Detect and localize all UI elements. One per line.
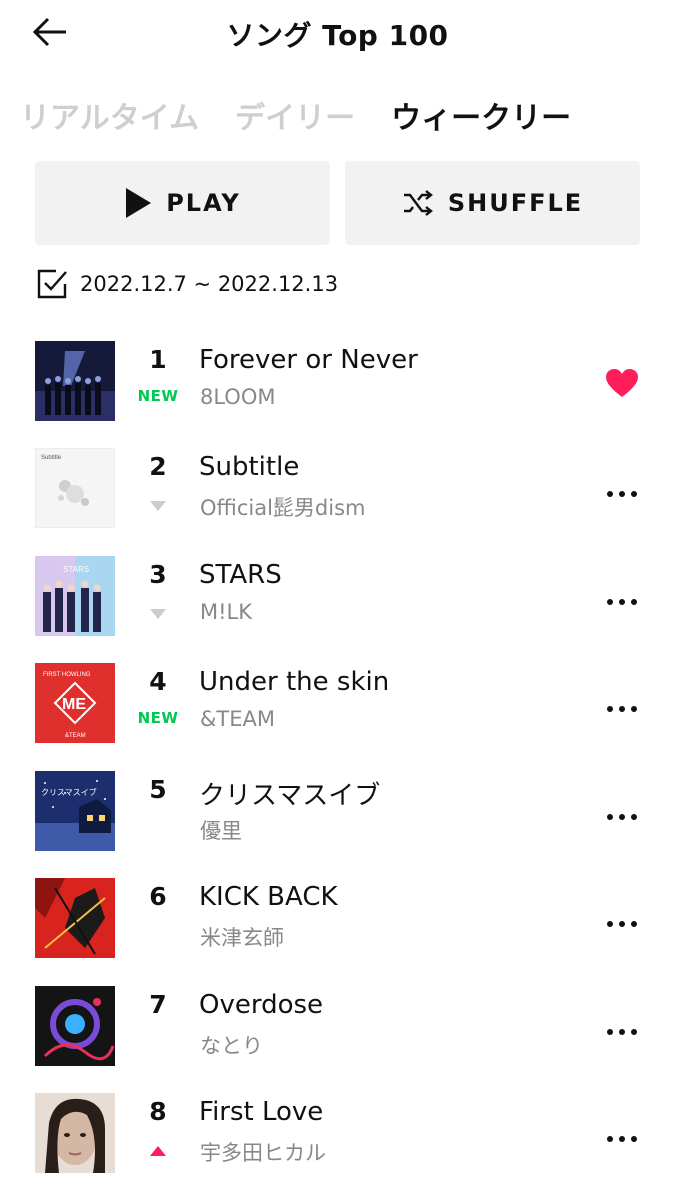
tab-weekly[interactable]: ウィークリー	[391, 93, 571, 137]
rank-number: 7	[149, 990, 167, 1019]
svg-text:ME: ME	[62, 696, 86, 713]
song-row[interactable]: Subtitle 2 Subtitle Official髭男dism	[0, 448, 675, 538]
album-art: クリスマスイブ	[35, 771, 115, 851]
rank-down-icon	[150, 609, 166, 619]
more-button[interactable]	[600, 687, 644, 731]
more-icon	[607, 491, 637, 497]
shuffle-label: SHUFFLE	[447, 189, 584, 217]
rank-number: 1	[149, 345, 167, 374]
more-button[interactable]	[600, 472, 644, 516]
play-icon	[126, 188, 152, 218]
rank-up-icon	[150, 1146, 166, 1156]
more-icon	[607, 599, 637, 605]
song-title: Forever or Never	[199, 345, 418, 375]
new-badge: NEW	[137, 387, 179, 405]
period-text: 2022.12.7 ~ 2022.12.13	[80, 272, 339, 296]
new-badge: NEW	[137, 709, 179, 727]
rank-number: 3	[149, 560, 167, 589]
artist-name: 優里	[200, 819, 242, 843]
svg-text:クリスマスイブ: クリスマスイブ	[41, 787, 97, 797]
checkbox-icon[interactable]	[36, 268, 68, 300]
song-row[interactable]: 8 First Love 宇多田ヒカル	[0, 1093, 675, 1183]
header: ソング Top 100	[0, 0, 675, 68]
more-icon	[607, 706, 637, 712]
song-title: Subtitle	[199, 452, 300, 482]
artist-name: なとり	[200, 1034, 263, 1058]
album-art: STARS	[35, 556, 115, 636]
rank-number: 6	[149, 882, 167, 911]
more-button[interactable]	[600, 795, 644, 839]
more-icon	[607, 921, 637, 927]
album-art	[35, 878, 115, 958]
song-title: KICK BACK	[199, 882, 338, 912]
more-button[interactable]	[600, 1010, 644, 1054]
chart-period: 2022.12.7 ~ 2022.12.13	[36, 266, 338, 302]
song-row[interactable]: 7 Overdose なとり	[0, 986, 675, 1076]
svg-text:Subtitle: Subtitle	[41, 455, 62, 461]
more-icon	[607, 1136, 637, 1142]
album-art	[35, 986, 115, 1066]
period-tabs: リアルタイム デイリー ウィークリー	[20, 90, 571, 140]
song-title: Overdose	[199, 990, 324, 1020]
song-row[interactable]: 6 KICK BACK 米津玄師	[0, 878, 675, 968]
song-row[interactable]: FIRST HOWLING ME &TEAM 4 NEW Under the s…	[0, 663, 675, 753]
tab-daily[interactable]: デイリー	[235, 93, 355, 137]
song-title: First Love	[199, 1097, 324, 1127]
heart-icon	[606, 369, 638, 397]
rank-number: 5	[149, 775, 167, 804]
svg-text:FIRST HOWLING: FIRST HOWLING	[43, 672, 91, 678]
song-title: クリスマスイブ	[199, 781, 381, 811]
song-row[interactable]: 1 NEW Forever or Never 8LOOM	[0, 341, 675, 431]
song-title: STARS	[199, 560, 282, 590]
artist-name: &TEAM	[200, 707, 275, 731]
artist-name: 米津玄師	[200, 926, 284, 950]
like-button[interactable]	[600, 361, 644, 405]
rank-number: 4	[149, 667, 167, 696]
artist-name: 宇多田ヒカル	[200, 1141, 326, 1165]
more-button[interactable]	[600, 1117, 644, 1161]
artist-name: M!LK	[200, 600, 253, 624]
artist-name: Official髭男dism	[200, 496, 366, 520]
artist-name: 8LOOM	[200, 385, 276, 409]
shuffle-button[interactable]: SHUFFLE	[345, 161, 640, 245]
rank-number: 8	[149, 1097, 167, 1126]
rank-down-icon	[150, 501, 166, 511]
album-art	[35, 1093, 115, 1173]
album-art	[35, 341, 115, 421]
play-label: PLAY	[166, 189, 241, 217]
more-button[interactable]	[600, 902, 644, 946]
song-title: Under the skin	[199, 667, 390, 697]
svg-text:STARS: STARS	[63, 565, 89, 574]
more-button[interactable]	[600, 580, 644, 624]
album-art: FIRST HOWLING ME &TEAM	[35, 663, 115, 743]
rank-number: 2	[149, 452, 167, 481]
svg-text:&TEAM: &TEAM	[65, 733, 86, 739]
more-icon	[607, 1029, 637, 1035]
more-icon	[607, 814, 637, 820]
tab-realtime[interactable]: リアルタイム	[20, 93, 199, 137]
song-row[interactable]: クリスマスイブ 5 クリスマスイブ 優里	[0, 771, 675, 861]
page-title: ソング Top 100	[226, 19, 449, 52]
song-row[interactable]: STARS 3 STARS M!LK	[0, 556, 675, 646]
play-button[interactable]: PLAY	[35, 161, 330, 245]
shuffle-icon	[403, 190, 433, 216]
album-art: Subtitle	[35, 448, 115, 528]
